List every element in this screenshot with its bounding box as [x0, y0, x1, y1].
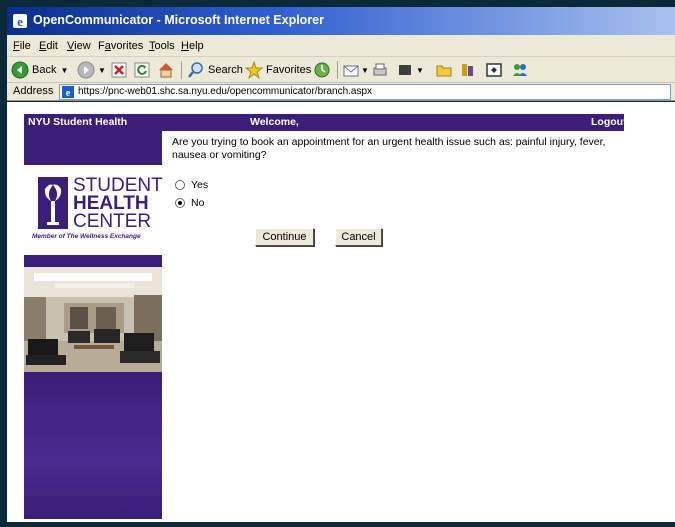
menu-help[interactable]: Help	[181, 40, 204, 52]
window-title: OpenCommunicator - Microsoft Internet Ex…	[33, 13, 325, 27]
address-field[interactable]: e https://pnc-web01.shc.sa.nyu.edu/openc…	[59, 84, 671, 100]
print-button[interactable]	[371, 60, 389, 80]
site-name: NYU Student Health	[28, 116, 128, 128]
sidebar-band-bottom	[24, 372, 162, 519]
option-yes[interactable]: Yes	[175, 179, 208, 191]
forward-button[interactable]: ▼	[77, 60, 106, 80]
svg-text:e: e	[17, 14, 23, 29]
forward-arrow-icon	[77, 61, 95, 79]
mail-button[interactable]: ▼	[342, 60, 369, 80]
history-icon	[314, 62, 330, 78]
people-icon	[513, 64, 527, 76]
urgent-question: Are you trying to book an appointment fo…	[172, 136, 606, 161]
page-header-bar: NYU Student Health Welcome, Logout	[24, 114, 627, 131]
radio-no[interactable]	[175, 198, 185, 208]
folder-icon	[436, 65, 452, 77]
page-icon: e	[62, 86, 74, 98]
mail-icon	[343, 65, 359, 77]
continue-button[interactable]: Continue	[255, 228, 314, 246]
lobby-photo	[24, 267, 162, 372]
dropdown-arrow-icon: ▼	[416, 65, 424, 75]
menu-edit[interactable]: Edit	[39, 40, 58, 52]
page-content: NYU Student Health Welcome, Logout STUDE…	[7, 102, 675, 522]
books-icon	[462, 64, 473, 76]
folder-button[interactable]	[435, 60, 453, 80]
ie-logo-icon: e	[13, 14, 27, 29]
star-icon	[245, 61, 263, 79]
stop-icon	[111, 62, 127, 78]
menu-tools[interactable]: Tools	[149, 40, 175, 52]
home-button[interactable]	[157, 60, 175, 80]
print-icon	[373, 63, 387, 76]
menu-view[interactable]: View	[67, 40, 91, 52]
cancel-button[interactable]: Cancel	[335, 228, 382, 246]
option-no[interactable]: No	[175, 197, 204, 209]
logo-line-center: CENTER	[73, 211, 152, 232]
history-button[interactable]	[313, 60, 331, 80]
toolbar-separator	[337, 61, 338, 79]
logo-tagline: Member of The Wellness Exchange	[32, 233, 141, 240]
home-icon	[159, 63, 173, 78]
menu-bar: File Edit View Favorites Tools Help	[7, 35, 675, 57]
welcome-text: Welcome,	[250, 116, 299, 128]
back-button[interactable]: Back ▼	[11, 60, 68, 80]
toolbar: Back ▼ ▼ Search Favorites ▼ ▼	[7, 57, 675, 83]
logout-link[interactable]: Logout	[591, 116, 627, 128]
svg-text:e: e	[66, 88, 71, 98]
stop-button[interactable]	[111, 60, 127, 80]
address-url: https://pnc-web01.shc.sa.nyu.edu/opencom…	[78, 86, 373, 97]
menu-file[interactable]: File	[13, 40, 31, 52]
address-bar: Address e https://pnc-web01.shc.sa.nyu.e…	[7, 83, 675, 101]
address-label: Address	[13, 85, 54, 97]
student-health-logo: STUDENT HEALTH CENTER Member of The Well…	[24, 165, 163, 255]
menu-favorites[interactable]: Favorites	[98, 40, 143, 52]
favorites-button[interactable]: Favorites	[245, 60, 311, 80]
refresh-button[interactable]	[134, 60, 150, 80]
edit-icon	[399, 65, 411, 75]
radio-yes[interactable]	[175, 180, 185, 190]
dropdown-arrow-icon: ▼	[98, 65, 106, 75]
sidebar-band-mid	[24, 255, 162, 267]
refresh-icon	[134, 62, 150, 78]
dropdown-arrow-icon: ▼	[60, 65, 69, 75]
research-button[interactable]	[459, 60, 477, 80]
window-icon	[486, 63, 502, 77]
dropdown-arrow-icon: ▼	[361, 65, 369, 75]
sidebar-band-top	[24, 131, 162, 165]
title-bar: e OpenCommunicator - Microsoft Internet …	[7, 7, 675, 35]
messenger-button[interactable]	[485, 60, 503, 80]
search-button[interactable]: Search	[187, 60, 243, 80]
search-icon	[188, 62, 203, 78]
back-arrow-icon	[11, 61, 29, 79]
msn-button[interactable]	[511, 60, 529, 80]
toolbar-separator	[181, 61, 182, 79]
edit-button[interactable]: ▼	[397, 60, 424, 80]
